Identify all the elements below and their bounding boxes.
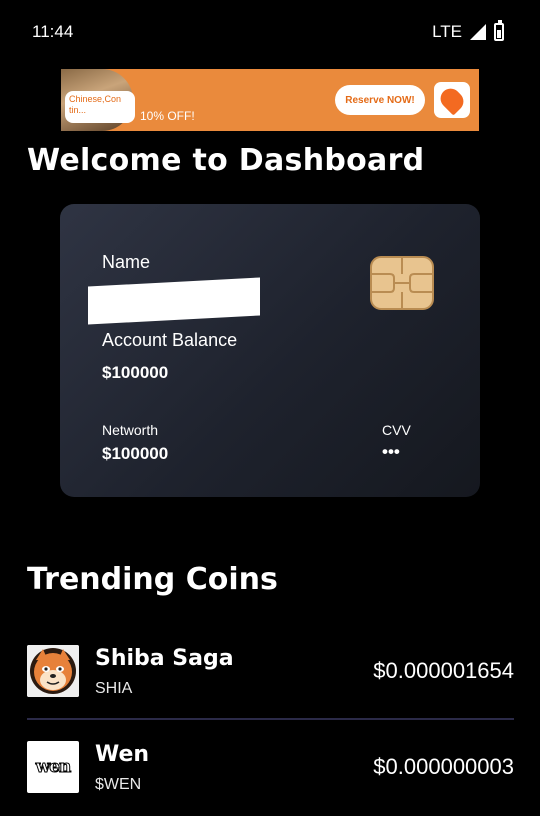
card-chip-icon xyxy=(370,256,434,310)
divider xyxy=(27,718,514,720)
cvv-label: CVV xyxy=(382,422,411,438)
networth-label: Networth xyxy=(102,422,159,438)
status-bar: 11:44 LTE xyxy=(0,0,540,64)
battery-icon xyxy=(494,20,504,41)
name-redacted xyxy=(88,277,260,325)
coin-row[interactable]: Shiba Saga SHIA $0.000001654 xyxy=(27,640,514,720)
networth-value: $100000 xyxy=(102,444,169,463)
status-indicators: LTE xyxy=(432,20,504,42)
coin-symbol: SHIA xyxy=(95,680,133,697)
coin-name: Shiba Saga xyxy=(95,646,234,671)
shiba-icon xyxy=(27,645,79,697)
coin-name: Wen xyxy=(95,742,150,767)
signal-icon xyxy=(470,24,486,40)
cvv-value: ••• xyxy=(382,442,400,461)
wen-icon: wen xyxy=(27,741,79,793)
ad-offer: 10% OFF! xyxy=(140,109,195,123)
page-title: Welcome to Dashboard xyxy=(27,143,425,178)
ad-tag: Chinese,Con tin... xyxy=(65,91,135,123)
reserve-now-button[interactable]: Reserve NOW! xyxy=(335,85,425,115)
name-label: Name xyxy=(102,252,151,272)
account-card: Name Account Balance $100000 Networth $1… xyxy=(60,204,480,497)
wen-icon-text: wen xyxy=(35,757,72,778)
coin-row[interactable]: wen Wen $WEN $0.000000003 xyxy=(27,736,514,816)
status-time: 11:44 xyxy=(32,22,74,41)
network-type: LTE xyxy=(432,22,462,41)
location-pin-icon xyxy=(436,84,468,116)
account-balance-value: $100000 xyxy=(102,363,169,382)
swiggy-logo-icon[interactable] xyxy=(434,82,470,118)
ad-banner[interactable]: Chinese,Con tin... 10% OFF! Reserve NOW! xyxy=(61,69,479,131)
coin-symbol: $WEN xyxy=(95,776,142,793)
account-balance-label: Account Balance xyxy=(102,330,238,350)
coin-price: $0.000000003 xyxy=(373,754,514,779)
trending-title: Trending Coins xyxy=(27,562,278,597)
coin-price: $0.000001654 xyxy=(373,658,514,683)
